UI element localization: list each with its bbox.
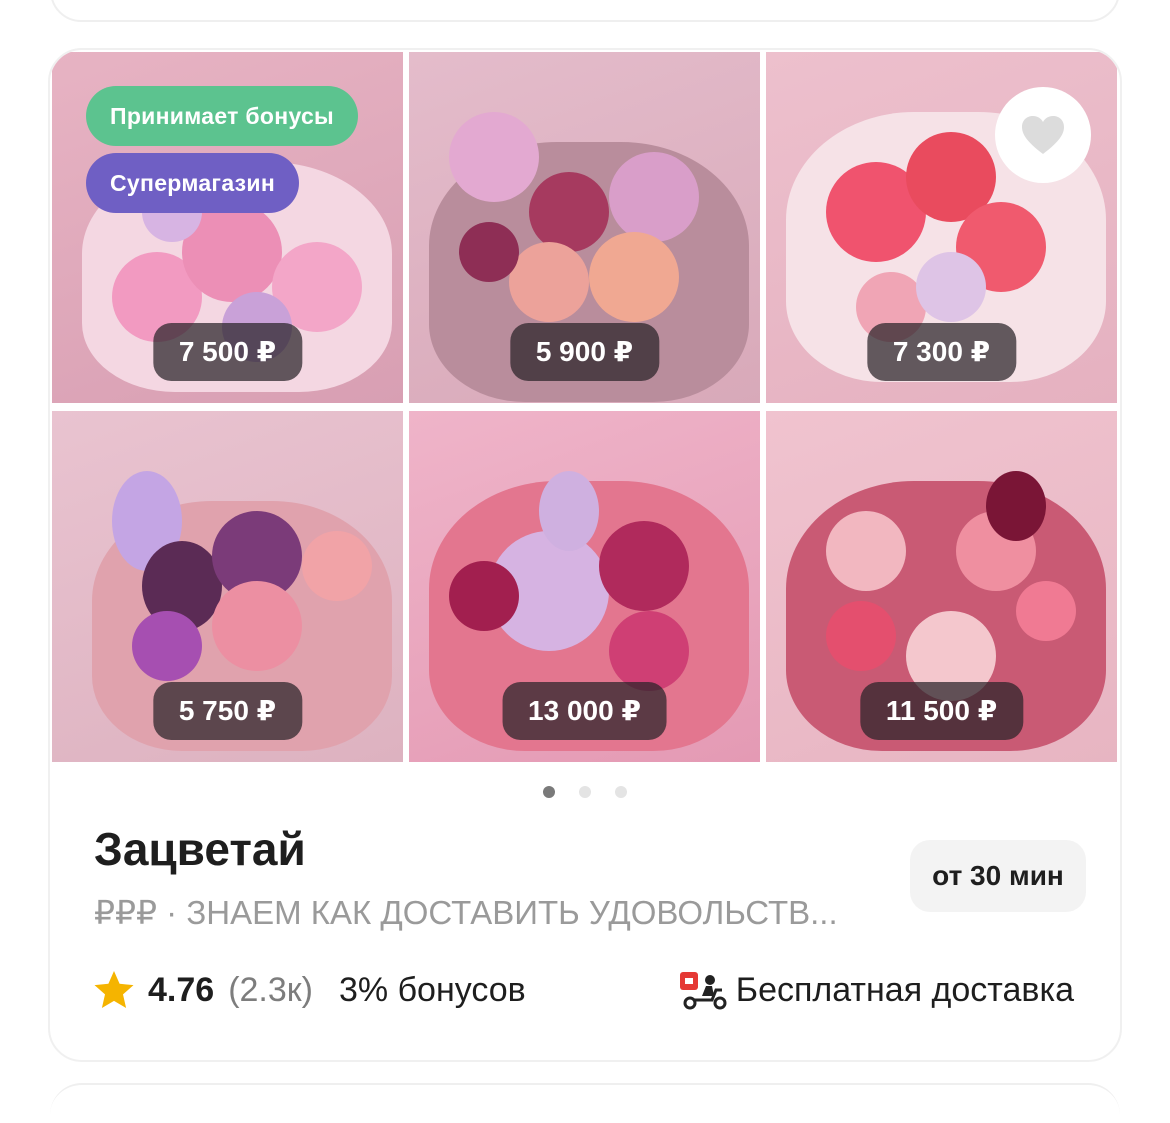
product-price: 7 500 ₽ bbox=[152, 323, 303, 381]
separator: · bbox=[157, 894, 187, 931]
store-meta: 4.76 (2.3к) 3% бонусов bbox=[92, 965, 526, 1015]
store-name[interactable]: Зацветай bbox=[94, 822, 306, 876]
next-card-edge bbox=[50, 1083, 1120, 1123]
carousel-indicator[interactable] bbox=[50, 786, 1120, 798]
store-card[interactable]: 7 500 ₽ 5 900 ₽ 7 300 ₽ 5 750 ₽ 13 000 ₽… bbox=[48, 48, 1122, 1062]
supermarket-badge: Супермагазин bbox=[86, 153, 300, 213]
store-tagline: ЗНАЕМ КАК ДОСТАВИТЬ УДОВОЛЬСТВ... bbox=[186, 894, 838, 931]
carousel-dot[interactable] bbox=[615, 786, 627, 798]
scooter-icon bbox=[679, 972, 727, 1010]
free-delivery: Бесплатная доставка bbox=[678, 965, 1074, 1015]
product-price: 5 900 ₽ bbox=[509, 323, 660, 381]
carousel-dot[interactable] bbox=[579, 786, 591, 798]
carousel-dot[interactable] bbox=[543, 786, 555, 798]
rating-value: 4.76 bbox=[148, 970, 215, 1009]
previous-card-edge bbox=[50, 0, 1120, 22]
favorite-button[interactable] bbox=[995, 87, 1091, 183]
product-price: 13 000 ₽ bbox=[502, 682, 667, 740]
product-tile[interactable]: 5 900 ₽ bbox=[409, 52, 760, 403]
bonus-percent: 3% бонусов bbox=[338, 970, 526, 1009]
star-icon bbox=[94, 971, 134, 1008]
product-tile[interactable]: 13 000 ₽ bbox=[409, 411, 760, 762]
product-price: 11 500 ₽ bbox=[859, 682, 1024, 740]
delivery-time-badge: от 30 мин bbox=[910, 840, 1086, 912]
product-tile[interactable]: 5 750 ₽ bbox=[52, 411, 403, 762]
rating-count: (2.3к) bbox=[228, 970, 313, 1009]
product-grid[interactable]: 7 500 ₽ 5 900 ₽ 7 300 ₽ 5 750 ₽ 13 000 ₽… bbox=[52, 52, 1118, 763]
product-price: 7 300 ₽ bbox=[866, 323, 1017, 381]
heart-icon bbox=[1022, 116, 1064, 154]
accepts-bonuses-badge: Принимает бонусы bbox=[86, 86, 358, 146]
price-level: ₽₽₽ bbox=[94, 894, 157, 931]
delivery-label: Бесплатная доставка bbox=[735, 970, 1074, 1009]
store-subtitle: ₽₽₽ · ЗНАЕМ КАК ДОСТАВИТЬ УДОВОЛЬСТВ... bbox=[94, 893, 894, 932]
product-price: 5 750 ₽ bbox=[152, 682, 303, 740]
product-tile[interactable]: 11 500 ₽ bbox=[766, 411, 1117, 762]
